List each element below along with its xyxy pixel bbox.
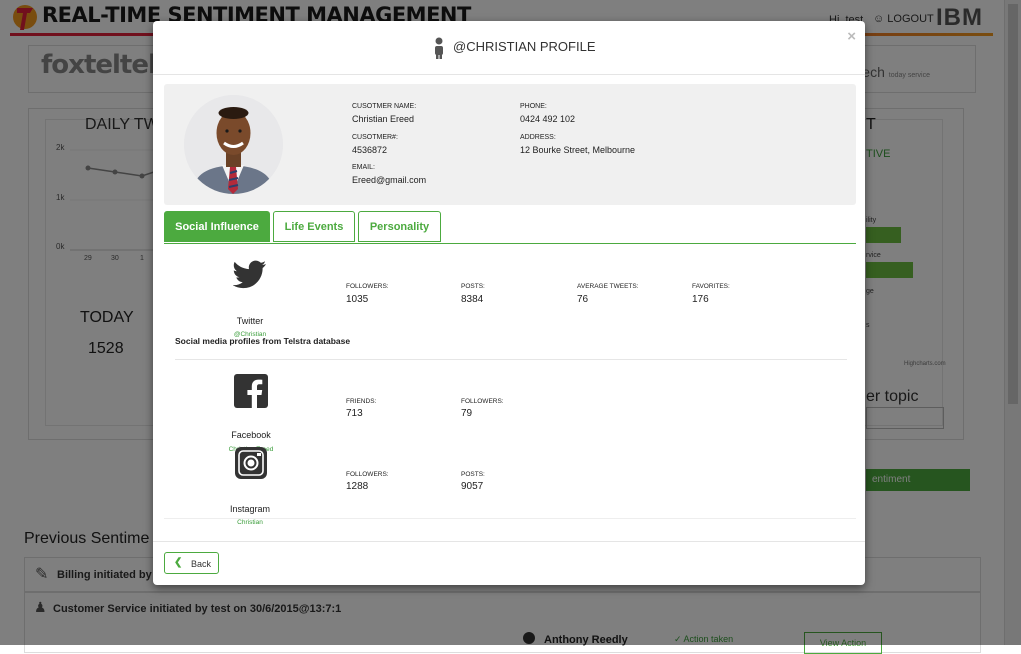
- tab-personality[interactable]: Personality: [358, 211, 441, 242]
- close-icon[interactable]: ×: [847, 28, 856, 45]
- customer-name: Christian Ereed: [352, 114, 415, 124]
- person-icon: [435, 37, 443, 59]
- twitter-favorites-label: FAVORITES:: [692, 283, 730, 290]
- twitter-posts-value: 8384: [461, 294, 484, 305]
- instagram-posts-label: POSTS:: [461, 471, 485, 478]
- section-title: Social media profiles from Telstra datab…: [175, 336, 351, 346]
- twitter-followers-value: 1035: [346, 294, 369, 305]
- tab-social-influence[interactable]: Social Influence: [164, 211, 270, 242]
- avatar: [184, 95, 283, 194]
- facebook-friends-label: FRIENDS:: [346, 398, 377, 405]
- customer-name-label: CUSOTMER NAME:: [352, 103, 417, 110]
- facebook-followers-label: FOLLOWERS:: [461, 398, 504, 405]
- twitter-label: Twitter: [236, 316, 264, 326]
- modal-footer: ❮ Back: [153, 541, 865, 586]
- social-influence-panel: Twitter @Christian FOLLOWERS: 1035 POSTS…: [164, 244, 856, 526]
- facebook-icon: [234, 374, 268, 408]
- twitter-posts-label: POSTS:: [461, 283, 485, 290]
- section-divider: [175, 359, 847, 360]
- twitter-icon: [233, 260, 266, 289]
- facebook-friends-value: 713: [346, 408, 363, 419]
- instagram-icon: [235, 447, 267, 479]
- email-label: EMAIL:: [352, 164, 375, 171]
- address-label: ADDRESS:: [520, 134, 556, 141]
- modal-header: @CHRISTIAN PROFILE ×: [153, 21, 865, 75]
- customer-address: 12 Bourke Street, Melbourne: [520, 145, 636, 155]
- twitter-avg-tweets-value: 76: [577, 294, 589, 305]
- customer-phone: 0424 492 102: [520, 114, 576, 124]
- phone-label: PHONE:: [520, 103, 547, 110]
- tab-life-events[interactable]: Life Events: [273, 211, 355, 242]
- back-button[interactable]: ❮ Back: [164, 552, 219, 574]
- customer-email: Ereed@gmail.com: [352, 175, 427, 185]
- modal-title: @CHRISTIAN PROFILE: [453, 39, 596, 54]
- instagram-followers-value: 1288: [346, 481, 369, 492]
- twitter-favorites-value: 176: [692, 294, 709, 305]
- twitter-avg-tweets-label: AVERAGE TWEETS:: [577, 283, 639, 290]
- chevron-left-icon: ❮: [174, 557, 183, 568]
- instagram-handle[interactable]: Christian: [220, 519, 280, 526]
- instagram-followers-label: FOLLOWERS:: [346, 471, 389, 478]
- back-label: Back: [191, 559, 212, 569]
- profile-modal: @CHRISTIAN PROFILE × CUSOTMER NAME: Chri…: [153, 21, 865, 585]
- instagram-label: Instagram: [229, 504, 271, 514]
- profile-tabs: Social Influence Life Events Personality: [164, 211, 856, 244]
- customer-number: 4536872: [352, 145, 388, 155]
- facebook-label: Facebook: [231, 430, 271, 440]
- customer-photo: [184, 95, 283, 194]
- instagram-posts-value: 9057: [461, 481, 484, 492]
- customer-number-label: CUSOTMER#:: [352, 134, 398, 141]
- facebook-followers-value: 79: [461, 408, 473, 419]
- customer-profile-card: CUSOTMER NAME: Christian Ereed CUSOTMER#…: [164, 84, 856, 205]
- twitter-followers-label: FOLLOWERS:: [346, 283, 389, 290]
